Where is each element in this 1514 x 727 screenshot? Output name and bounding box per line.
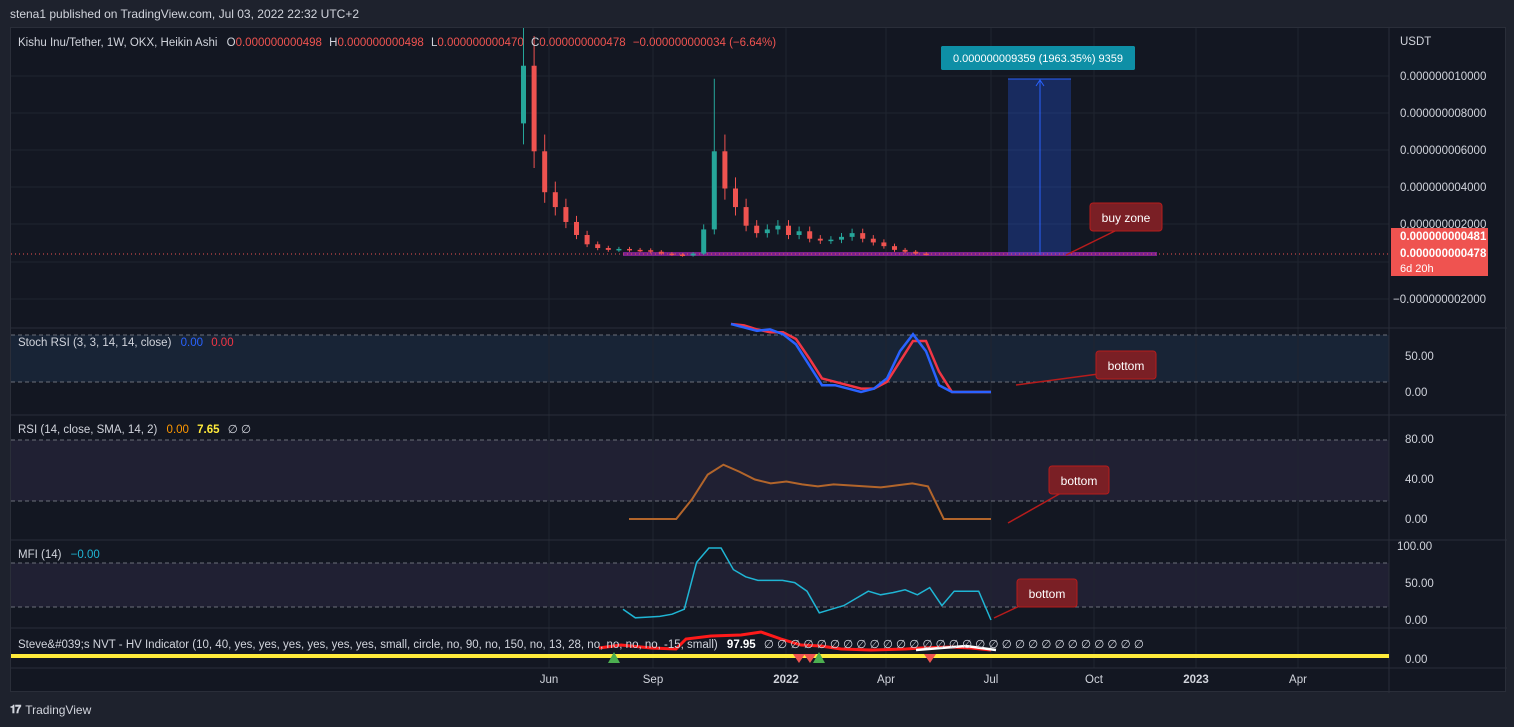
- candle-body: [574, 221, 579, 235]
- publisher-line: stena1 published on TradingView.com, Jul…: [10, 7, 360, 21]
- candle-body: [542, 151, 548, 193]
- rsi-tick: 80.00: [1405, 434, 1434, 446]
- candle-body: [902, 249, 908, 252]
- main-pane[interactable]: [11, 28, 1389, 328]
- mfi-callout-text: bottom: [1029, 587, 1066, 601]
- mfi-legend: MFI (14) −0.00: [18, 549, 100, 561]
- candle-body: [870, 238, 876, 243]
- price-tag-2: 0.000000000478: [1400, 248, 1487, 260]
- candle-body: [605, 248, 611, 250]
- candle-body: [616, 248, 622, 251]
- time-tick: Sep: [643, 674, 663, 686]
- candle-body: [849, 233, 855, 237]
- candle-body: [828, 239, 834, 242]
- candle-body: [701, 229, 707, 254]
- mfi-band: [11, 563, 1389, 607]
- candle-body: [521, 65, 526, 124]
- candle-body: [648, 250, 654, 252]
- rsi-tick: 0.00: [1405, 514, 1427, 526]
- candle-body: [913, 251, 919, 254]
- candle-body: [786, 225, 791, 235]
- candle-body: [563, 207, 569, 222]
- candle-body: [669, 253, 675, 256]
- time-axis[interactable]: Jun Sep 2022 Apr Jul Oct 2023 Apr: [540, 674, 1307, 686]
- candle-body: [860, 233, 866, 239]
- price-tick: 0.000000006000: [1400, 145, 1486, 157]
- rsi-band: [11, 440, 1389, 501]
- candle-body: [722, 151, 728, 189]
- stoch-tick: 50.00: [1405, 351, 1434, 363]
- time-tick: Oct: [1085, 674, 1104, 686]
- time-tick: Jun: [540, 674, 559, 686]
- mfi-tick: 100.00: [1397, 541, 1432, 553]
- candle-body: [733, 188, 738, 208]
- price-tick: 0.000000008000: [1400, 108, 1486, 120]
- footer[interactable]: 𝟏𝟕 TradingView: [10, 703, 91, 717]
- stoch-callout-text: bottom: [1108, 359, 1145, 373]
- candle-body: [711, 151, 717, 230]
- candle-body: [531, 65, 537, 152]
- rsi-legend: RSI (14, close, SMA, 14, 2) 0.00 7.65 ∅ …: [18, 424, 251, 436]
- candle-body: [658, 251, 664, 254]
- candle-body: [796, 231, 802, 235]
- time-tick: 2023: [1183, 674, 1209, 686]
- buy-zone-text: buy zone: [1102, 211, 1151, 225]
- candle-body: [690, 253, 696, 256]
- rsi-tick: 40.00: [1405, 474, 1434, 486]
- rsi-callout-text: bottom: [1061, 474, 1098, 488]
- stoch-tick: 0.00: [1405, 387, 1427, 399]
- price-tick: 0.000000004000: [1400, 182, 1486, 194]
- candle-body: [754, 225, 760, 234]
- nvt-tick: 0.00: [1405, 654, 1427, 666]
- tradingview-logo-icon: 𝟏𝟕: [10, 703, 21, 716]
- candle-body: [817, 238, 823, 241]
- candle-body: [775, 225, 781, 230]
- candle-body: [680, 254, 685, 257]
- candle-body: [881, 242, 887, 247]
- candle-body: [743, 207, 749, 226]
- candle-body: [637, 249, 643, 252]
- mfi-tick: 50.00: [1405, 578, 1434, 590]
- measure-label-text: 0.000000009359 (1963.35%) 9359: [953, 53, 1123, 65]
- price-tag-1: 0.000000000481: [1400, 231, 1487, 243]
- nvt-legend: Steve&#039;s NVT - HV Indicator (10, 40,…: [18, 639, 1144, 651]
- currency-label: USDT: [1400, 36, 1431, 48]
- chart-frame: buy zone bottom bottom bottom 0.00000000…: [10, 27, 1507, 693]
- candle-body: [552, 192, 558, 208]
- price-tick: 0.000000010000: [1400, 71, 1486, 83]
- candle-body: [807, 231, 813, 239]
- candle-body: [923, 253, 929, 256]
- countdown: 6d 20h: [1400, 263, 1434, 275]
- candle-body: [892, 246, 897, 250]
- candle-body: [595, 244, 601, 249]
- indicator-axes[interactable]: 50.00 0.00 80.00 40.00 0.00 100.00 50.00…: [1397, 351, 1434, 666]
- mfi-tick: 0.00: [1405, 615, 1427, 627]
- price-tick: −0.000000002000: [1393, 294, 1486, 306]
- candle-body: [764, 229, 770, 234]
- stoch-legend: Stoch RSI (3, 3, 14, 14, close) 0.00 0.0…: [18, 337, 234, 349]
- main-legend: Kishu Inu/Tether, 1W, OKX, Heikin Ashi O…: [18, 37, 776, 49]
- candle-body: [627, 248, 632, 251]
- time-tick: Jul: [984, 674, 999, 686]
- footer-brand: TradingView: [25, 703, 92, 717]
- time-tick: Apr: [877, 674, 895, 686]
- candle-body: [839, 236, 844, 240]
- time-tick: Apr: [1289, 674, 1307, 686]
- chart-svg[interactable]: buy zone bottom bottom bottom 0.00000000…: [11, 28, 1507, 693]
- candle-body: [584, 234, 590, 245]
- time-tick: 2022: [773, 674, 799, 686]
